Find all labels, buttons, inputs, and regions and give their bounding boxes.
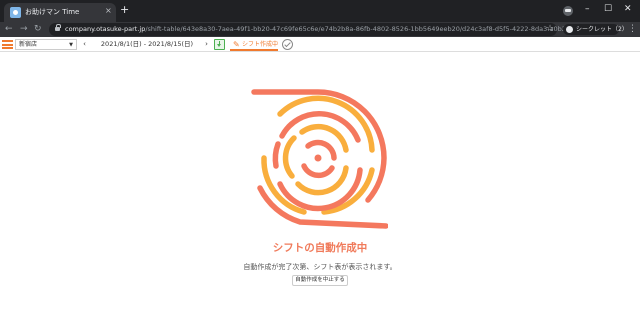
- url-text: company.otasuke-part.jp/shift-table/643e…: [65, 25, 596, 34]
- incognito-badge-icon: [563, 6, 573, 16]
- incognito-indicator[interactable]: シークレット（2）: [563, 24, 628, 35]
- url-host: company.otasuke-part.jp: [65, 25, 146, 33]
- minimize-button[interactable]: –: [585, 3, 590, 15]
- status-title: シフトの自動作成中: [272, 242, 368, 254]
- chevron-down-icon: ▼: [69, 42, 73, 48]
- tab-title: お助けマン Time: [25, 8, 80, 16]
- browser-tabstrip: お助けマン Time × + – ☐ ✕: [0, 0, 640, 22]
- incognito-label: シークレット（2）: [576, 26, 628, 33]
- app-toolbar: 新宿店 ▼ ‹ 2021/8/1(日) - 2021/8/15(日) › ✎ シ…: [0, 37, 640, 52]
- auto-create-label: シフト作成中: [242, 41, 279, 48]
- url-path: /shift-table/643e8a30-7aea-49f1-bb20-47c…: [145, 25, 597, 33]
- reload-button[interactable]: ↻: [34, 23, 42, 35]
- spinner-arc: [305, 139, 337, 161]
- auto-create-button[interactable]: ✎ シフト作成中: [230, 38, 278, 51]
- browser-toolbar: ← → ↻ company.otasuke-part.jp/shift-tabl…: [0, 22, 640, 37]
- forward-button[interactable]: →: [20, 23, 28, 35]
- spinner-center: [314, 154, 322, 162]
- store-select[interactable]: 新宿店 ▼: [15, 39, 77, 50]
- spinner-arc: [301, 163, 335, 179]
- back-button[interactable]: ←: [5, 23, 13, 35]
- loading-spinner-icon: [251, 89, 388, 229]
- browser-tab[interactable]: お助けマン Time ×: [4, 3, 116, 22]
- next-period-button[interactable]: ›: [202, 39, 211, 50]
- maximize-button[interactable]: ☐: [604, 3, 612, 15]
- confirm-button[interactable]: [282, 39, 293, 50]
- address-bar[interactable]: company.otasuke-part.jp/shift-table/643e…: [49, 23, 596, 36]
- close-tab-icon[interactable]: ×: [105, 6, 112, 16]
- hamburger-menu-icon[interactable]: [2, 40, 13, 49]
- check-icon: [284, 40, 291, 48]
- spinner-arc: [272, 141, 281, 169]
- status-description: 自動作成が完了次第、シフト表が表示されます。: [243, 263, 397, 271]
- store-select-value: 新宿店: [19, 41, 38, 48]
- close-window-button[interactable]: ✕: [624, 3, 632, 15]
- pencil-icon: ✎: [233, 40, 240, 49]
- download-icon: [217, 41, 222, 48]
- cancel-auto-create-button[interactable]: 自動作成を中止する: [292, 275, 348, 286]
- incognito-icon: [566, 26, 573, 33]
- prev-period-button[interactable]: ‹: [80, 39, 89, 50]
- bookmark-star-icon[interactable]: ☆: [546, 23, 554, 35]
- lock-icon: [55, 24, 61, 32]
- new-tab-button[interactable]: +: [120, 4, 129, 16]
- date-range-label[interactable]: 2021/8/1(日) - 2021/8/15(日): [93, 39, 201, 50]
- download-button[interactable]: [214, 39, 225, 50]
- spinner-arc: [282, 135, 297, 179]
- browser-menu-icon[interactable]: ⋮: [628, 23, 637, 35]
- app-favicon-icon: [10, 7, 21, 18]
